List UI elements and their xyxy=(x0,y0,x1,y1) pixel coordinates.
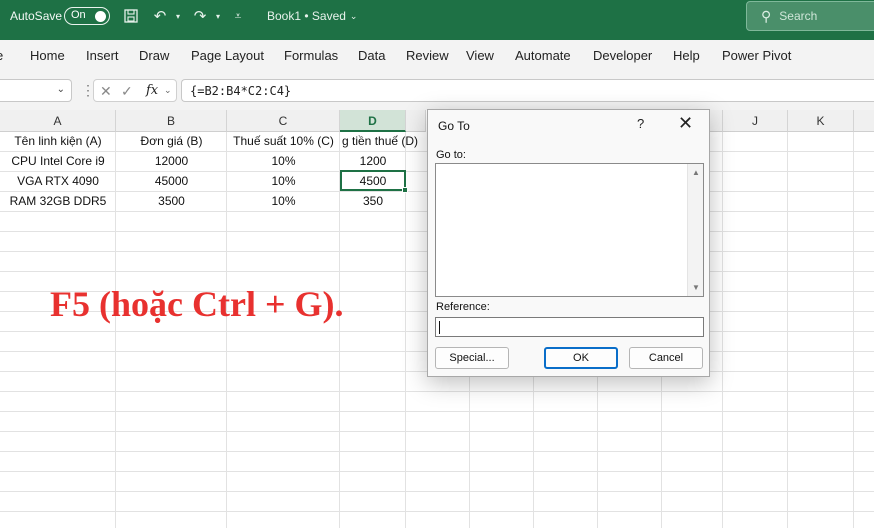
autosave-state: On xyxy=(71,9,86,21)
search-box[interactable]: ⚲ Search xyxy=(746,1,874,31)
tab-file-fragment[interactable]: e xyxy=(0,48,3,63)
cell-d2[interactable]: 1200 xyxy=(340,151,406,171)
enter-icon[interactable]: ✓ xyxy=(121,83,133,100)
workbook-title-text: Book1 • Saved xyxy=(267,9,346,23)
cell-d4[interactable]: 350 xyxy=(340,191,406,211)
cell-a1[interactable]: Tên linh kiện (A) xyxy=(0,131,116,151)
tab-help[interactable]: Help xyxy=(673,48,700,63)
ok-button[interactable]: OK xyxy=(544,347,618,369)
special-button[interactable]: Special... xyxy=(435,347,509,369)
tab-insert[interactable]: Insert xyxy=(86,48,119,63)
customize-quick-access-icon[interactable]: ⩡ xyxy=(228,6,248,26)
save-icon[interactable] xyxy=(121,6,141,26)
tab-review[interactable]: Review xyxy=(406,48,449,63)
gridline xyxy=(0,451,874,452)
goto-listbox[interactable]: ▲ ▼ xyxy=(435,163,704,297)
undo-icon[interactable]: ↶ xyxy=(150,6,170,26)
cell-c3[interactable]: 10% xyxy=(227,171,340,191)
dialog-title: Go To xyxy=(438,119,470,133)
cell-a4[interactable]: RAM 32GB DDR5 xyxy=(0,191,116,211)
gridline xyxy=(0,431,874,432)
gridline xyxy=(0,511,874,512)
name-box[interactable]: ⌄ xyxy=(0,79,72,102)
formula-bar: ⌄ ⋮ ✕ ✓ fx ⌄ {=B2:B4*C2:C4} xyxy=(0,72,874,110)
help-icon[interactable]: ? xyxy=(637,116,644,131)
redo-dropdown-icon[interactable]: ▾ xyxy=(208,6,228,26)
cell-a2[interactable]: CPU Intel Core i9 xyxy=(0,151,116,171)
chevron-down-icon[interactable]: ⌄ xyxy=(57,84,65,95)
scroll-down-icon[interactable]: ▼ xyxy=(692,283,700,292)
autosave-label: AutoSave xyxy=(10,9,63,23)
cell-c4[interactable]: 10% xyxy=(227,191,340,211)
close-icon[interactable]: ✕ xyxy=(678,113,693,134)
column-header-l[interactable] xyxy=(854,110,874,132)
cell-d1[interactable]: g tiền thuế (D) xyxy=(340,131,428,151)
scroll-up-icon[interactable]: ▲ xyxy=(692,168,700,177)
cancel-icon[interactable]: ✕ xyxy=(100,83,112,100)
chevron-down-icon: ⌄ xyxy=(349,10,358,21)
cell-b2[interactable]: 12000 xyxy=(116,151,227,171)
column-header-b[interactable]: B xyxy=(116,110,227,132)
cell-a3[interactable]: VGA RTX 4090 xyxy=(0,171,116,191)
column-header-a[interactable]: A xyxy=(0,110,116,132)
insert-function-icon[interactable]: fx xyxy=(146,83,158,98)
undo-dropdown-icon[interactable]: ▾ xyxy=(168,6,188,26)
search-icon: ⚲ xyxy=(761,7,772,24)
autosave-toggle[interactable]: On xyxy=(64,7,110,25)
gridline xyxy=(0,491,874,492)
cell-b4[interactable]: 3500 xyxy=(116,191,227,211)
fill-handle[interactable] xyxy=(402,187,408,193)
tab-automate[interactable]: Automate xyxy=(515,48,571,63)
chevron-down-icon[interactable]: ⌄ xyxy=(164,85,172,96)
cancel-button[interactable]: Cancel xyxy=(629,347,703,369)
column-header-i[interactable] xyxy=(710,110,723,132)
tab-data[interactable]: Data xyxy=(358,48,385,63)
tab-power-pivot[interactable]: Power Pivot xyxy=(722,48,791,63)
formula-input[interactable]: {=B2:B4*C2:C4} xyxy=(181,79,874,102)
reference-label: Reference: xyxy=(436,301,490,313)
gridline xyxy=(0,391,874,392)
active-cell-border xyxy=(340,170,408,193)
cell-c2[interactable]: 10% xyxy=(227,151,340,171)
gridline xyxy=(0,411,874,412)
formula-tools: ✕ ✓ fx ⌄ xyxy=(93,79,177,102)
listbox-scrollbar[interactable]: ▲ ▼ xyxy=(687,164,703,296)
cell-c1[interactable]: Thuế suất 10% (C) xyxy=(227,131,340,151)
tab-home[interactable]: Home xyxy=(30,48,65,63)
gridline xyxy=(0,471,874,472)
column-header-c[interactable]: C xyxy=(227,110,340,132)
redo-icon[interactable]: ↷ xyxy=(190,6,210,26)
cell-b3[interactable]: 45000 xyxy=(116,171,227,191)
goto-dialog: Go To ? ✕ Go to: ▲ ▼ Reference: Special.… xyxy=(427,109,710,377)
column-header-e[interactable] xyxy=(406,110,426,132)
search-placeholder: Search xyxy=(779,9,818,23)
cell-b1[interactable]: Đơn giá (B) xyxy=(116,131,227,151)
tab-formulas[interactable]: Formulas xyxy=(284,48,338,63)
tab-view[interactable]: View xyxy=(466,48,494,63)
tab-draw[interactable]: Draw xyxy=(139,48,169,63)
reference-input[interactable] xyxy=(435,317,704,337)
column-header-d[interactable]: D xyxy=(340,110,406,132)
column-header-j[interactable]: J xyxy=(723,110,788,132)
workbook-title[interactable]: Book1 • Saved ⌄ xyxy=(267,0,357,32)
column-header-k[interactable]: K xyxy=(788,110,854,132)
ribbon-tabs: e Home Insert Draw Page Layout Formulas … xyxy=(0,40,874,72)
tab-page-layout[interactable]: Page Layout xyxy=(191,48,264,63)
title-bar: AutoSave On ↶ ▾ ↷ ▾ ⩡ Book1 • Saved ⌄ ⚲ … xyxy=(0,0,874,40)
overlay-instruction: F5 (hoặc Ctrl + G). xyxy=(50,284,344,324)
toggle-knob xyxy=(95,11,106,22)
goto-label: Go to: xyxy=(436,149,466,161)
text-caret xyxy=(439,321,440,334)
tab-developer[interactable]: Developer xyxy=(593,48,652,63)
